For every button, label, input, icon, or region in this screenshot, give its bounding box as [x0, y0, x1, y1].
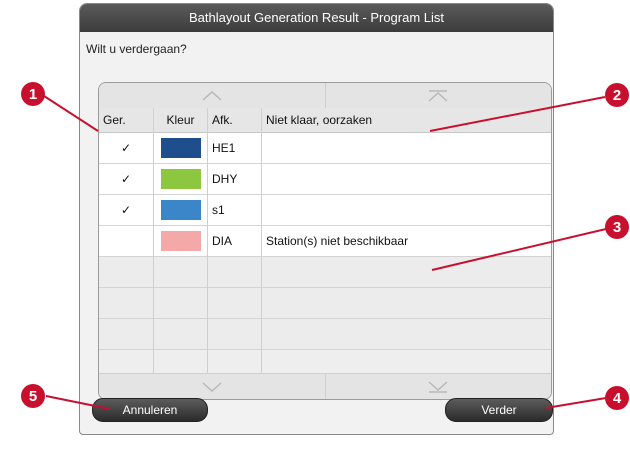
- callout-1: 1: [21, 82, 45, 106]
- callout-5: 5: [21, 384, 45, 408]
- callout-2: 2: [605, 83, 629, 107]
- callout-4: 4: [605, 386, 629, 410]
- callout-lines: [43, 95, 607, 410]
- callout-3: 3: [605, 215, 629, 239]
